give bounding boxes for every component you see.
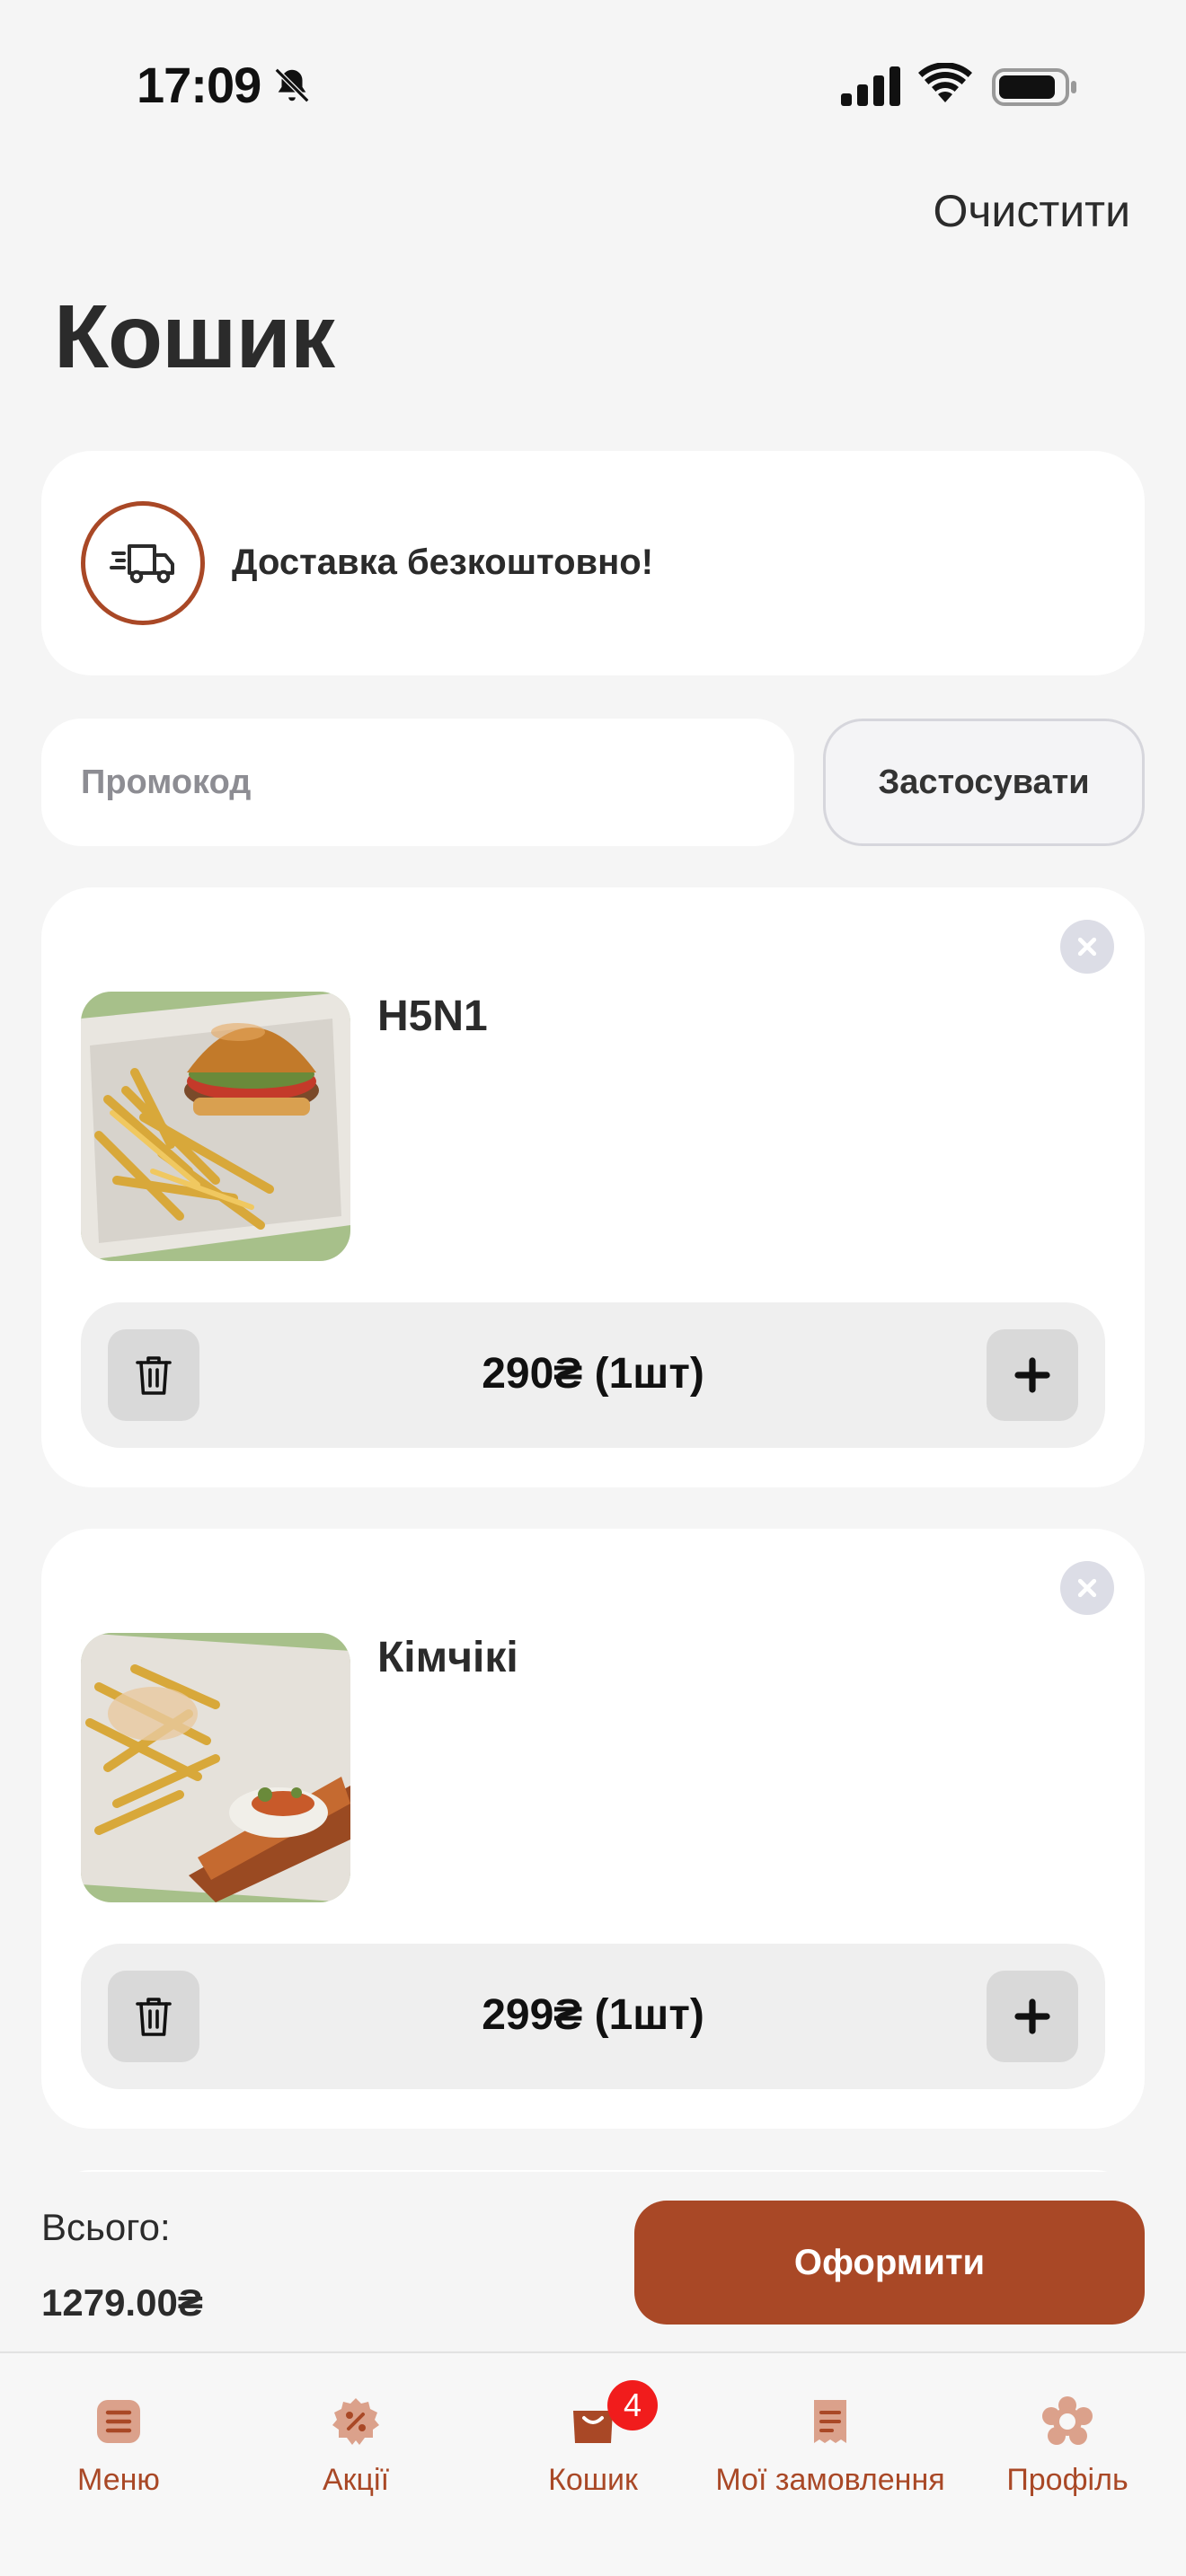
apply-promo-button[interactable]: Застосувати [823, 719, 1145, 846]
cart-count-badge: 4 [607, 2380, 658, 2430]
tab-promotions[interactable]: Акції [237, 2380, 474, 2515]
tab-bar: Меню Акції 4 Кошик Мої замовлення Профіл… [0, 2351, 1186, 2576]
clear-cart-button[interactable]: Очистити [933, 185, 1130, 237]
remove-item-button[interactable] [1060, 1561, 1114, 1615]
plus-icon [1014, 1357, 1050, 1393]
promo-code-input[interactable] [41, 719, 794, 846]
wifi-icon [918, 63, 972, 102]
cart-item: Кімчікі 299₴ (1шт) [41, 1529, 1145, 2129]
close-icon [1077, 1578, 1097, 1598]
tab-menu[interactable]: Меню [0, 2380, 237, 2515]
cart-item: H5N1 290₴ (1шт) [41, 887, 1145, 1487]
tab-label: Меню [77, 2463, 160, 2497]
quantity-bar: 299₴ (1шт) [81, 1944, 1105, 2089]
plus-icon [1014, 1998, 1050, 2034]
quantity-bar: 290₴ (1шт) [81, 1302, 1105, 1448]
remove-item-button[interactable] [1060, 920, 1114, 974]
tab-label: Акції [322, 2463, 390, 2497]
checkout-button[interactable]: Оформити [634, 2201, 1145, 2325]
tab-cart[interactable]: 4 Кошик [474, 2380, 712, 2515]
status-time: 17:09 [137, 57, 261, 113]
item-image-hotdog [81, 1633, 350, 1902]
item-image-burger [81, 992, 350, 1261]
delivery-info-card: Доставка безкоштовно! [41, 451, 1145, 675]
tab-label: Мої замовлення [715, 2463, 945, 2497]
tab-label: Кошик [548, 2463, 638, 2497]
truck-icon [110, 544, 174, 584]
truck-icon-circle [81, 501, 205, 625]
total-value: 1279.00₴ [41, 2281, 203, 2324]
discount-icon [332, 2398, 379, 2445]
increase-quantity-button[interactable] [987, 1329, 1078, 1421]
price-quantity: 290₴ (1шт) [482, 1350, 704, 1398]
bell-off-icon [274, 67, 310, 103]
battery-icon [992, 68, 1076, 106]
delivery-text: Доставка безкоштовно! [232, 543, 654, 582]
increase-quantity-button[interactable] [987, 1971, 1078, 2062]
close-icon [1077, 937, 1097, 957]
price-quantity: 299₴ (1шт) [482, 1991, 704, 2039]
tab-my-orders[interactable]: Мої замовлення [712, 2380, 949, 2515]
signal-icon [841, 66, 900, 106]
page-title: Кошик [54, 287, 335, 387]
status-bar: 17:09 [0, 0, 1186, 171]
tab-label: Профіль [1006, 2463, 1128, 2497]
receipt-icon [814, 2400, 846, 2443]
total-label: Всього: [41, 2206, 171, 2248]
item-name: H5N1 [377, 992, 488, 1040]
tab-profile[interactable]: Профіль [949, 2380, 1186, 2515]
item-name: Кімчікі [377, 1634, 518, 1681]
menu-icon [97, 2400, 140, 2443]
profile-icon [1042, 2396, 1093, 2445]
